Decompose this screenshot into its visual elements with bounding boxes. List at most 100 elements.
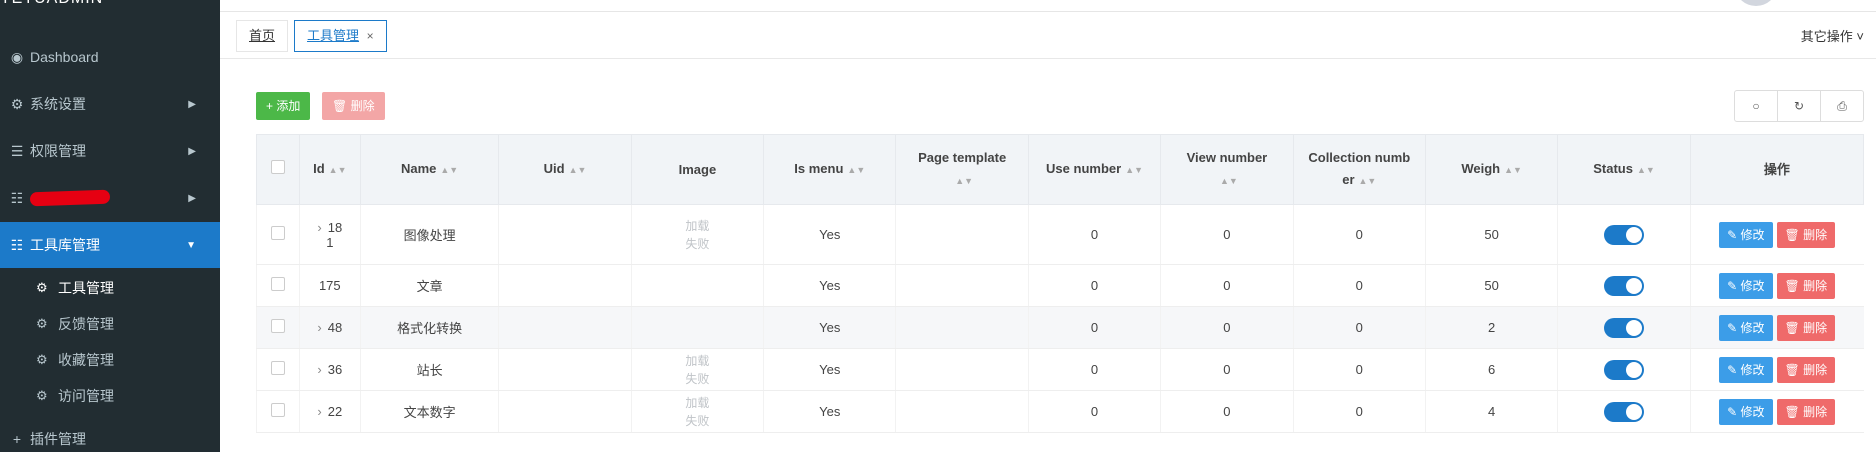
col-status[interactable]: Status ▲▼ [1557, 134, 1691, 205]
cell-is-menu: Yes [763, 390, 896, 433]
sort-icon: ▲▼ [568, 165, 587, 175]
sidebar-item-redacted[interactable]: ☷ ▶ [0, 175, 220, 221]
sidebar-item-label: 收藏管理 [58, 352, 114, 368]
col-weigh[interactable]: Weigh ▲▼ [1424, 134, 1559, 205]
cell-is-menu: Yes [763, 264, 896, 307]
status-toggle[interactable] [1604, 224, 1645, 245]
sidebar-item-system-settings[interactable]: ⚙ 系统设置 ▶ [0, 81, 220, 127]
edit-button[interactable]: ✎ 修改 [1719, 398, 1773, 425]
sidebar-item-tool-library[interactable]: ☷ 工具库管理 ▼ [0, 222, 220, 268]
cell-collection-number: 0 [1292, 264, 1426, 307]
checkbox[interactable] [270, 159, 285, 174]
sidebar-subitem-tool-manage[interactable]: ⚙ 工具管理 [0, 270, 220, 306]
cell-page-template [895, 390, 1029, 433]
expand-icon[interactable]: › [317, 220, 321, 235]
row-delete-button[interactable]: 🗑 删除 [1776, 314, 1836, 341]
caret-down-icon: ▼ [186, 239, 196, 251]
checkbox[interactable] [270, 277, 285, 291]
other-operations-dropdown[interactable]: 其它操作 ˅ [1801, 26, 1864, 45]
expand-icon[interactable]: › [317, 320, 321, 335]
tools-table: Id ▲▼ Name ▲▼ Uid ▲▼ Image Is menu ▲▼ Page t… [256, 134, 1865, 433]
col-id[interactable]: Id ▲▼ [298, 134, 361, 205]
cell-is-menu: Yes [763, 204, 896, 265]
delete-button[interactable]: 🗑 删除 [322, 92, 385, 120]
col-is-menu[interactable]: Is menu ▲▼ [763, 134, 897, 205]
cogs-icon: ⚙ [36, 388, 48, 403]
cell-weigh: 2 [1424, 306, 1558, 349]
col-view-number[interactable]: View number ▲▼ [1160, 134, 1294, 205]
tab-tool-manage[interactable]: 工具管理 × [294, 20, 387, 52]
cell-collection-number: 0 [1292, 390, 1426, 433]
cell-view-number: 0 [1160, 306, 1294, 349]
cell-view-number: 0 [1160, 390, 1294, 433]
cell-id: › 48 [298, 306, 361, 349]
edit-button[interactable]: ✎ 修改 [1719, 221, 1773, 248]
add-button[interactable]: + 添加 [256, 92, 311, 120]
sidebar-item-label: 访问管理 [58, 388, 114, 404]
cell-weigh: 50 [1424, 204, 1558, 265]
sidebar-subitem-feedback[interactable]: ⚙ 反馈管理 [0, 306, 220, 342]
cell-uid [498, 204, 632, 265]
cell-weigh: 6 [1424, 348, 1558, 391]
cell-uid [498, 390, 632, 433]
expand-icon[interactable]: › [317, 362, 321, 377]
cell-view-number: 0 [1160, 204, 1294, 265]
plus-icon: + [12, 431, 22, 447]
cell-id: › 18 1 [298, 204, 361, 265]
cell-id: › 22 [298, 390, 361, 433]
row-delete-button[interactable]: 🗑 删除 [1776, 398, 1836, 425]
cell-use-number: 0 [1027, 306, 1161, 349]
image-placeholder: 加载 失败 [685, 395, 710, 428]
image-placeholder: 加载 失败 [685, 218, 710, 251]
cell-use-number: 0 [1027, 204, 1161, 265]
status-toggle[interactable] [1604, 275, 1645, 296]
edit-button[interactable]: ✎ 修改 [1719, 356, 1773, 383]
sort-icon: ▲▼ [328, 165, 347, 175]
refresh-icon[interactable]: ↻ [1778, 91, 1821, 121]
cogs-icon: ⚙ [36, 316, 48, 331]
cell-use-number: 0 [1027, 264, 1161, 307]
print-icon[interactable]: ⎙ [1821, 91, 1863, 121]
col-page-template[interactable]: Page template ▲▼ [895, 134, 1029, 205]
checkbox[interactable] [270, 403, 285, 417]
checkbox[interactable] [270, 226, 285, 240]
cell-is-menu: Yes [763, 306, 896, 349]
sidebar-subitem-visits[interactable]: ⚙ 访问管理 [0, 378, 220, 414]
edit-button[interactable]: ✎ 修改 [1719, 314, 1773, 341]
cell-uid [498, 348, 632, 391]
col-use-number[interactable]: Use number ▲▼ [1027, 134, 1162, 205]
checkbox[interactable] [270, 361, 285, 375]
tab-home[interactable]: 首页 [236, 20, 289, 52]
checkbox[interactable] [270, 319, 285, 333]
status-toggle[interactable] [1604, 359, 1645, 380]
table-row: › 48 格式化转换 Yes 0 0 0 2 ✎ 修改 🗑 删除 [256, 306, 1864, 349]
expand-icon[interactable]: › [317, 404, 321, 419]
table-row: › 36 站长 加载 失败 Yes 0 0 0 6 ✎ 修改 🗑 删除 [256, 348, 1864, 391]
search-icon[interactable]: ○ [1735, 91, 1778, 121]
sidebar-item-dashboard[interactable]: ◉ Dashboard [0, 34, 220, 80]
row-delete-button[interactable]: 🗑 删除 [1776, 356, 1836, 383]
cell-is-menu: Yes [763, 348, 896, 391]
sidebar-item-permissions[interactable]: ☰ 权限管理 ▶ [0, 128, 220, 174]
status-toggle[interactable] [1604, 401, 1645, 422]
sidebar-subitem-favorites[interactable]: ⚙ 收藏管理 [0, 342, 220, 378]
select-all-checkbox-cell[interactable] [256, 134, 300, 205]
sort-icon: ▲▼ [1125, 165, 1144, 175]
dashboard-icon: ◉ [10, 48, 24, 65]
cell-page-template [895, 264, 1029, 307]
cell-collection-number: 0 [1292, 348, 1426, 391]
cell-name: 格式化转换 [359, 306, 499, 349]
status-toggle[interactable] [1604, 317, 1645, 338]
sidebar-item-plugins[interactable]: + 插件管理 [0, 416, 220, 452]
sidebar-item-label: 工具管理 [58, 280, 114, 296]
row-delete-button[interactable]: 🗑 删除 [1776, 221, 1836, 248]
col-uid[interactable]: Uid ▲▼ [498, 134, 632, 205]
sidebar-item-label: Dashboard [30, 49, 99, 65]
col-name[interactable]: Name ▲▼ [359, 134, 500, 205]
edit-button[interactable]: ✎ 修改 [1719, 272, 1773, 299]
close-icon[interactable]: × [367, 29, 374, 43]
sidebar-item-label: 系统设置 [30, 96, 86, 112]
row-delete-button[interactable]: 🗑 删除 [1776, 272, 1836, 299]
sidebar-item-label: 权限管理 [30, 143, 86, 159]
col-collection-number[interactable]: Collection numb er ▲▼ [1292, 134, 1426, 205]
